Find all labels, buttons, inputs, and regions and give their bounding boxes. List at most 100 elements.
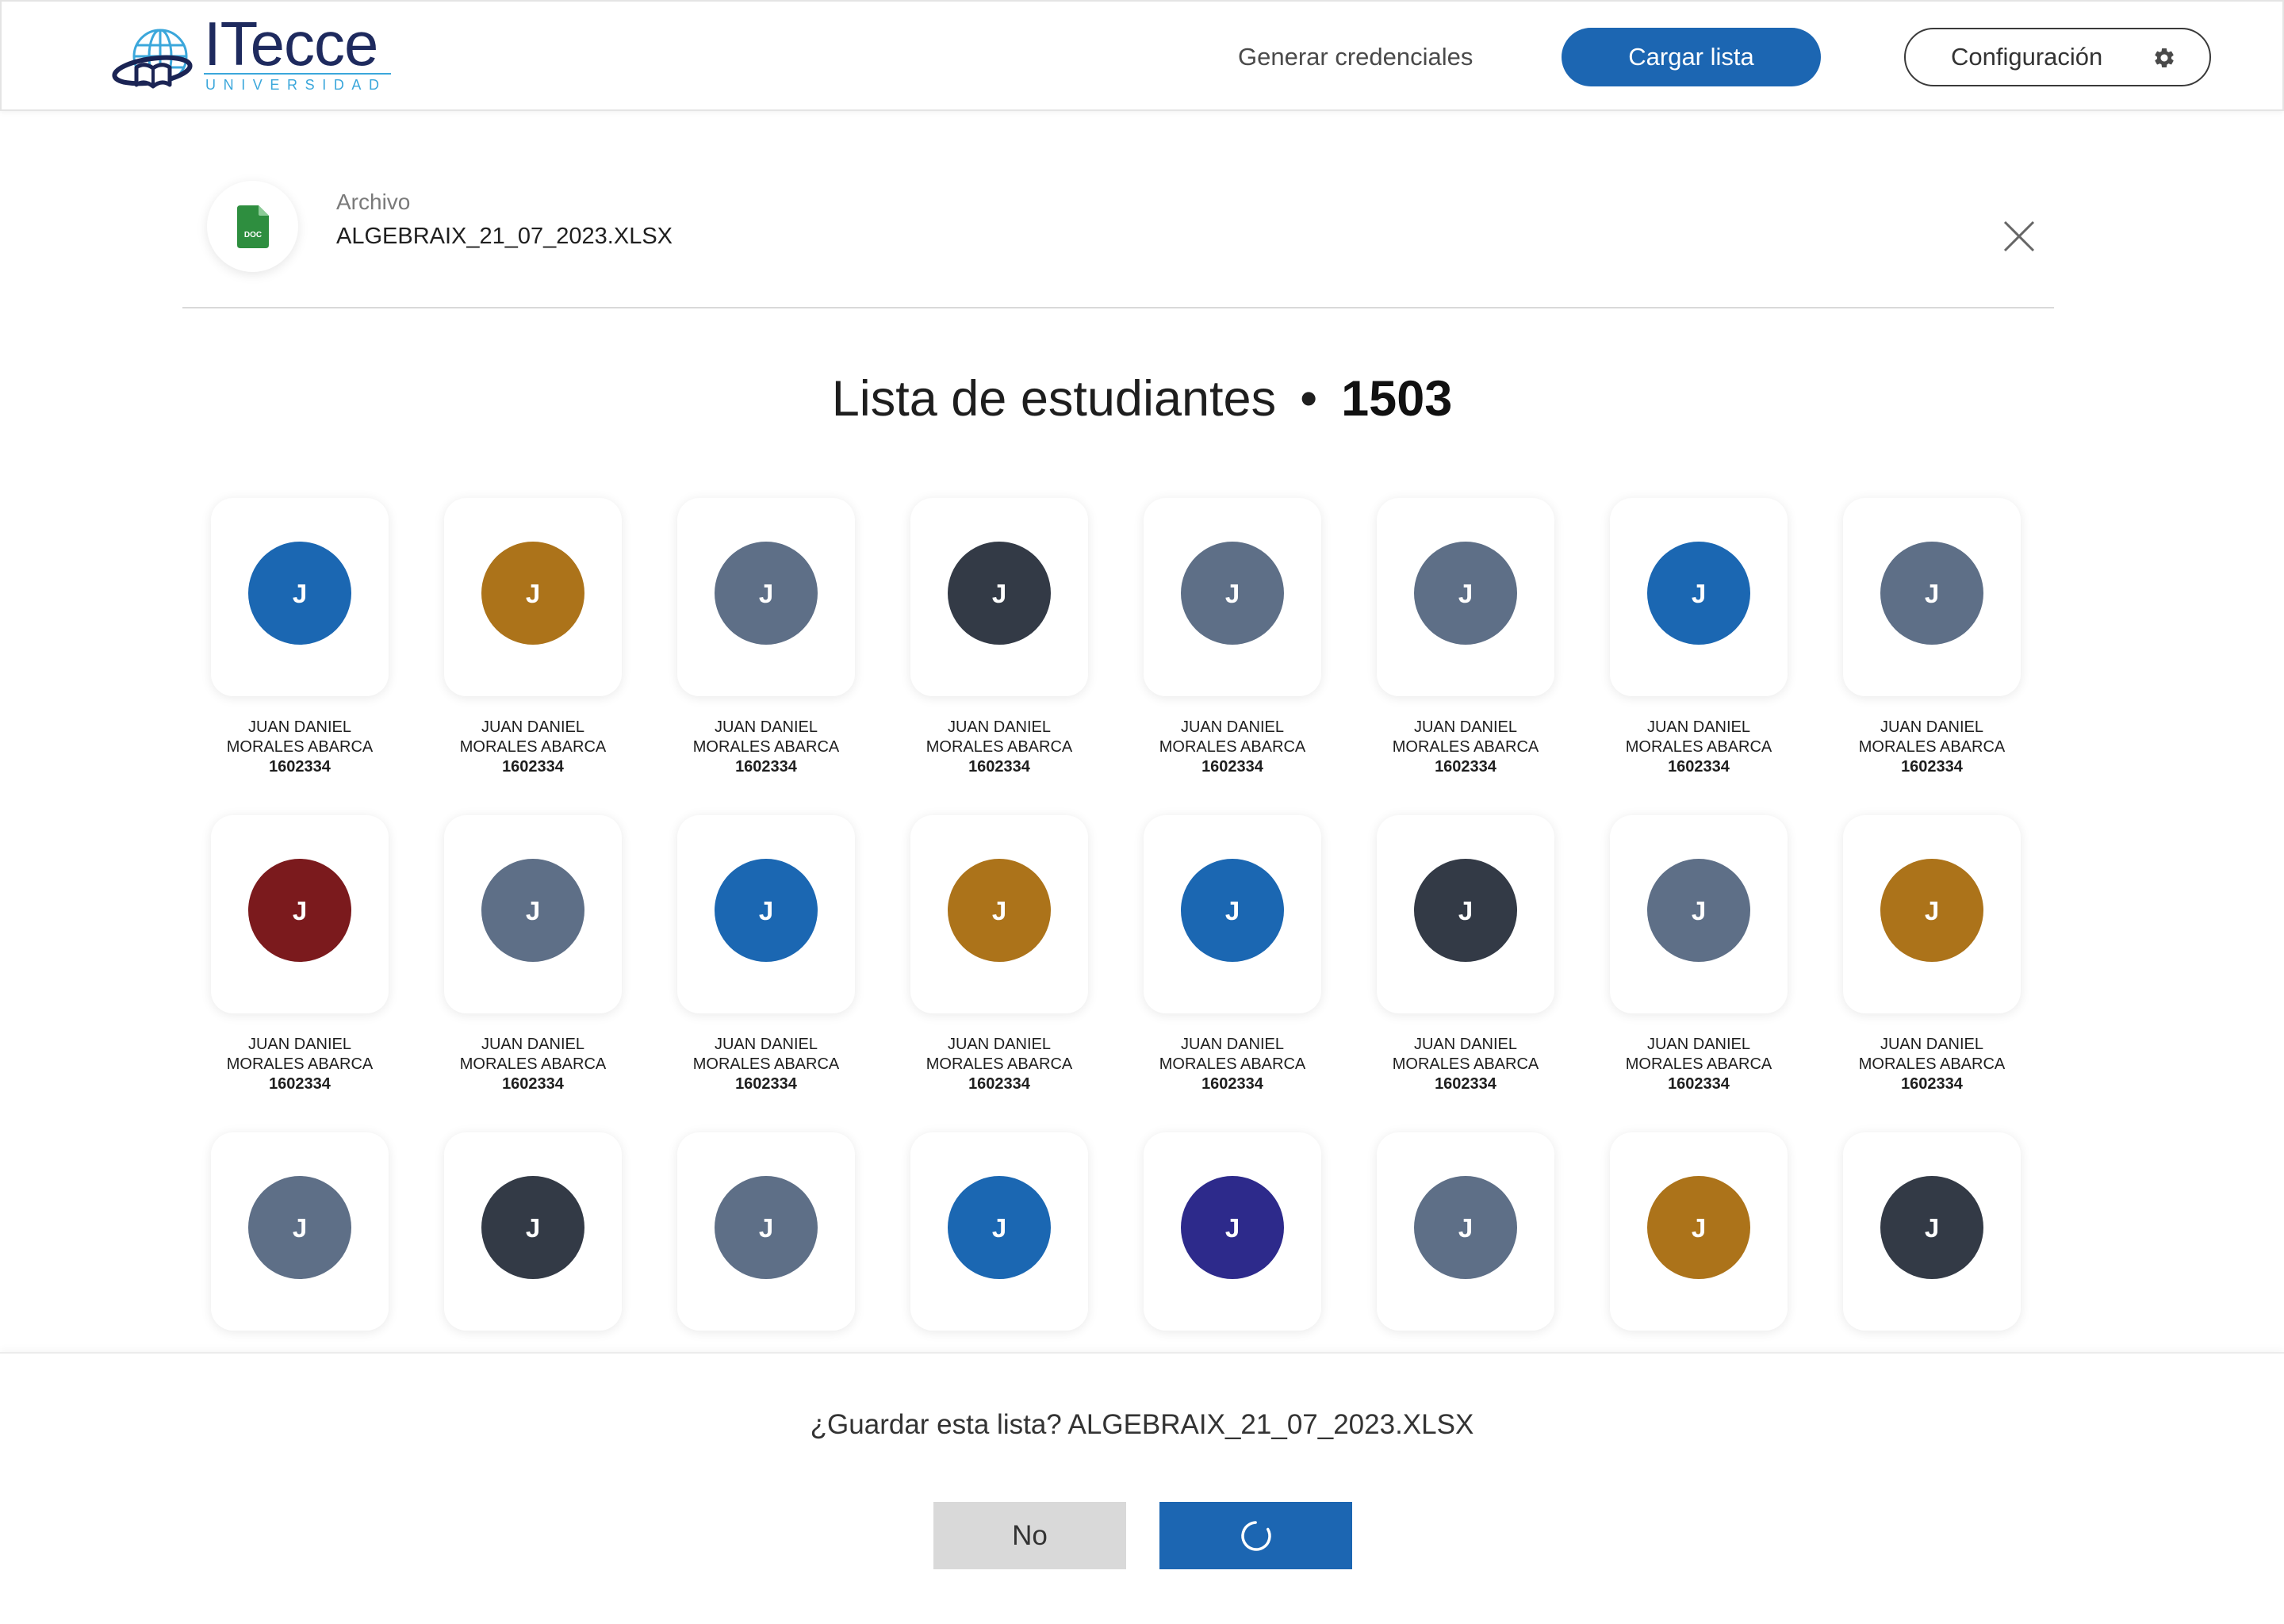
file-name: ALGEBRAIX_21_07_2023.XLSX (336, 224, 673, 249)
student-item: J JUAN DANIEL MORALES ABARCA 1602334 (1144, 815, 1321, 1132)
student-item: J JUAN DANIEL MORALES ABARCA 1602334 (444, 498, 622, 815)
student-id: 1602334 (1901, 758, 1963, 776)
student-id: 1602334 (502, 758, 564, 776)
student-card[interactable]: J (1610, 815, 1788, 1013)
student-avatar: J (948, 859, 1051, 962)
avatar-initial: J (1924, 895, 1940, 925)
student-card[interactable]: J (910, 498, 1088, 696)
avatar-initial: J (292, 578, 308, 608)
student-card[interactable]: J (1843, 1132, 2021, 1331)
student-caption: JUAN DANIEL MORALES ABARCA 1602334 (910, 1035, 1088, 1094)
student-avatar: J (248, 542, 351, 645)
student-card[interactable]: J (211, 498, 389, 696)
globe-book-logo-icon (112, 29, 193, 89)
university-logo[interactable]: ITecce UNIVERSIDAD (111, 13, 397, 98)
student-id: 1602334 (1435, 1075, 1496, 1093)
student-card[interactable]: J (1144, 498, 1321, 696)
student-avatar: J (1880, 542, 1983, 645)
student-item: J JUAN DANIEL MORALES ABARCA 1602334 (677, 815, 855, 1132)
avatar-initial: J (758, 578, 774, 608)
student-card[interactable]: J (211, 1132, 389, 1331)
avatar-initial: J (991, 1212, 1007, 1243)
student-card[interactable]: J (1843, 815, 2021, 1013)
no-button[interactable]: No (933, 1502, 1126, 1569)
student-id: 1602334 (1668, 1075, 1730, 1093)
student-name: JUAN DANIEL MORALES ABARCA (226, 1036, 374, 1073)
student-caption: JUAN DANIEL MORALES ABARCA 1602334 (444, 718, 622, 777)
title-separator: • (1300, 371, 1318, 427)
student-item: J JUAN DANIEL MORALES ABARCA 1602334 (1377, 815, 1554, 1132)
spinner-icon (1240, 1520, 1271, 1551)
student-avatar: J (715, 859, 818, 962)
student-avatar: J (481, 542, 584, 645)
student-list-heading: Lista de estudiantes • 1503 (0, 370, 2284, 428)
avatar-initial: J (758, 1212, 774, 1243)
save-confirm-button[interactable] (1159, 1502, 1352, 1569)
student-caption: JUAN DANIEL MORALES ABARCA 1602334 (1144, 1035, 1321, 1094)
student-list-title: Lista de estudiantes (831, 371, 1277, 427)
top-navbar: ITecce UNIVERSIDAD Generar credenciales … (0, 0, 2284, 111)
avatar-initial: J (525, 895, 541, 925)
student-id: 1602334 (735, 758, 797, 776)
student-caption: JUAN DANIEL MORALES ABARCA 1602334 (1843, 1035, 2021, 1094)
student-caption: JUAN DANIEL MORALES ABARCA 1602334 (1843, 718, 2021, 777)
avatar-initial: J (1691, 578, 1707, 608)
student-name: JUAN DANIEL MORALES ABARCA (226, 718, 374, 756)
student-caption: JUAN DANIEL MORALES ABARCA 1602334 (1610, 718, 1788, 777)
student-card[interactable]: J (1377, 815, 1554, 1013)
avatar-initial: J (1458, 1212, 1473, 1243)
student-card[interactable]: J (1144, 1132, 1321, 1331)
avatar-initial: J (1924, 1212, 1940, 1243)
student-card[interactable]: J (910, 815, 1088, 1013)
avatar-initial: J (525, 1212, 541, 1243)
student-avatar: J (248, 1176, 351, 1279)
student-item: J JUAN DANIEL MORALES ABARCA 1602334 (211, 815, 389, 1132)
student-caption: JUAN DANIEL MORALES ABARCA 1602334 (677, 1035, 855, 1094)
student-name: JUAN DANIEL MORALES ABARCA (459, 718, 607, 756)
student-name: JUAN DANIEL MORALES ABARCA (1159, 718, 1306, 756)
student-item: J JUAN DANIEL MORALES ABARCA 1602334 (211, 498, 389, 815)
student-card[interactable]: J (444, 498, 622, 696)
avatar-initial: J (991, 578, 1007, 608)
gear-icon (2155, 48, 2174, 67)
student-name: JUAN DANIEL MORALES ABARCA (1159, 1036, 1306, 1073)
student-card[interactable]: J (1377, 1132, 1554, 1331)
generate-credentials-link[interactable]: Generar credenciales (1238, 43, 1473, 71)
student-id: 1602334 (1201, 758, 1263, 776)
student-card[interactable]: J (1843, 498, 2021, 696)
student-card[interactable]: J (211, 815, 389, 1013)
student-id: 1602334 (1901, 1075, 1963, 1093)
student-id: 1602334 (968, 1075, 1030, 1093)
settings-label: Configuración (1951, 43, 2103, 71)
student-caption: JUAN DANIEL MORALES ABARCA 1602334 (910, 718, 1088, 777)
upload-list-button[interactable]: Cargar lista (1562, 28, 1821, 86)
student-avatar: J (1414, 859, 1517, 962)
student-caption: JUAN DANIEL MORALES ABARCA 1602334 (1144, 718, 1321, 777)
student-card[interactable]: J (677, 1132, 855, 1331)
student-card[interactable]: J (444, 815, 622, 1013)
logo-divider (204, 73, 391, 75)
avatar-initial: J (525, 578, 541, 608)
avatar-initial: J (292, 1212, 308, 1243)
settings-button[interactable]: Configuración (1904, 28, 2211, 86)
student-card[interactable]: J (1610, 498, 1788, 696)
student-caption: JUAN DANIEL MORALES ABARCA 1602334 (211, 718, 389, 777)
student-caption: JUAN DANIEL MORALES ABARCA 1602334 (444, 1035, 622, 1094)
student-item: J JUAN DANIEL MORALES ABARCA 1602334 (910, 498, 1088, 815)
student-id: 1602334 (269, 1075, 331, 1093)
save-question: ¿Guardar esta lista? ALGEBRAIX_21_07_202… (810, 1409, 1474, 1440)
student-name: JUAN DANIEL MORALES ABARCA (1392, 718, 1539, 756)
student-item: J JUAN DANIEL MORALES ABARCA 1602334 (1144, 498, 1321, 815)
avatar-initial: J (991, 895, 1007, 925)
student-id: 1602334 (1668, 758, 1730, 776)
student-card[interactable]: J (1144, 815, 1321, 1013)
student-card[interactable]: J (1610, 1132, 1788, 1331)
student-item: J JUAN DANIEL MORALES ABARCA 1602334 (1377, 498, 1554, 815)
student-card[interactable]: J (677, 815, 855, 1013)
student-card[interactable]: J (444, 1132, 622, 1331)
student-card[interactable]: J (677, 498, 855, 696)
student-card[interactable]: J (910, 1132, 1088, 1331)
close-icon[interactable] (2002, 219, 2037, 254)
student-id: 1602334 (1435, 758, 1496, 776)
student-card[interactable]: J (1377, 498, 1554, 696)
